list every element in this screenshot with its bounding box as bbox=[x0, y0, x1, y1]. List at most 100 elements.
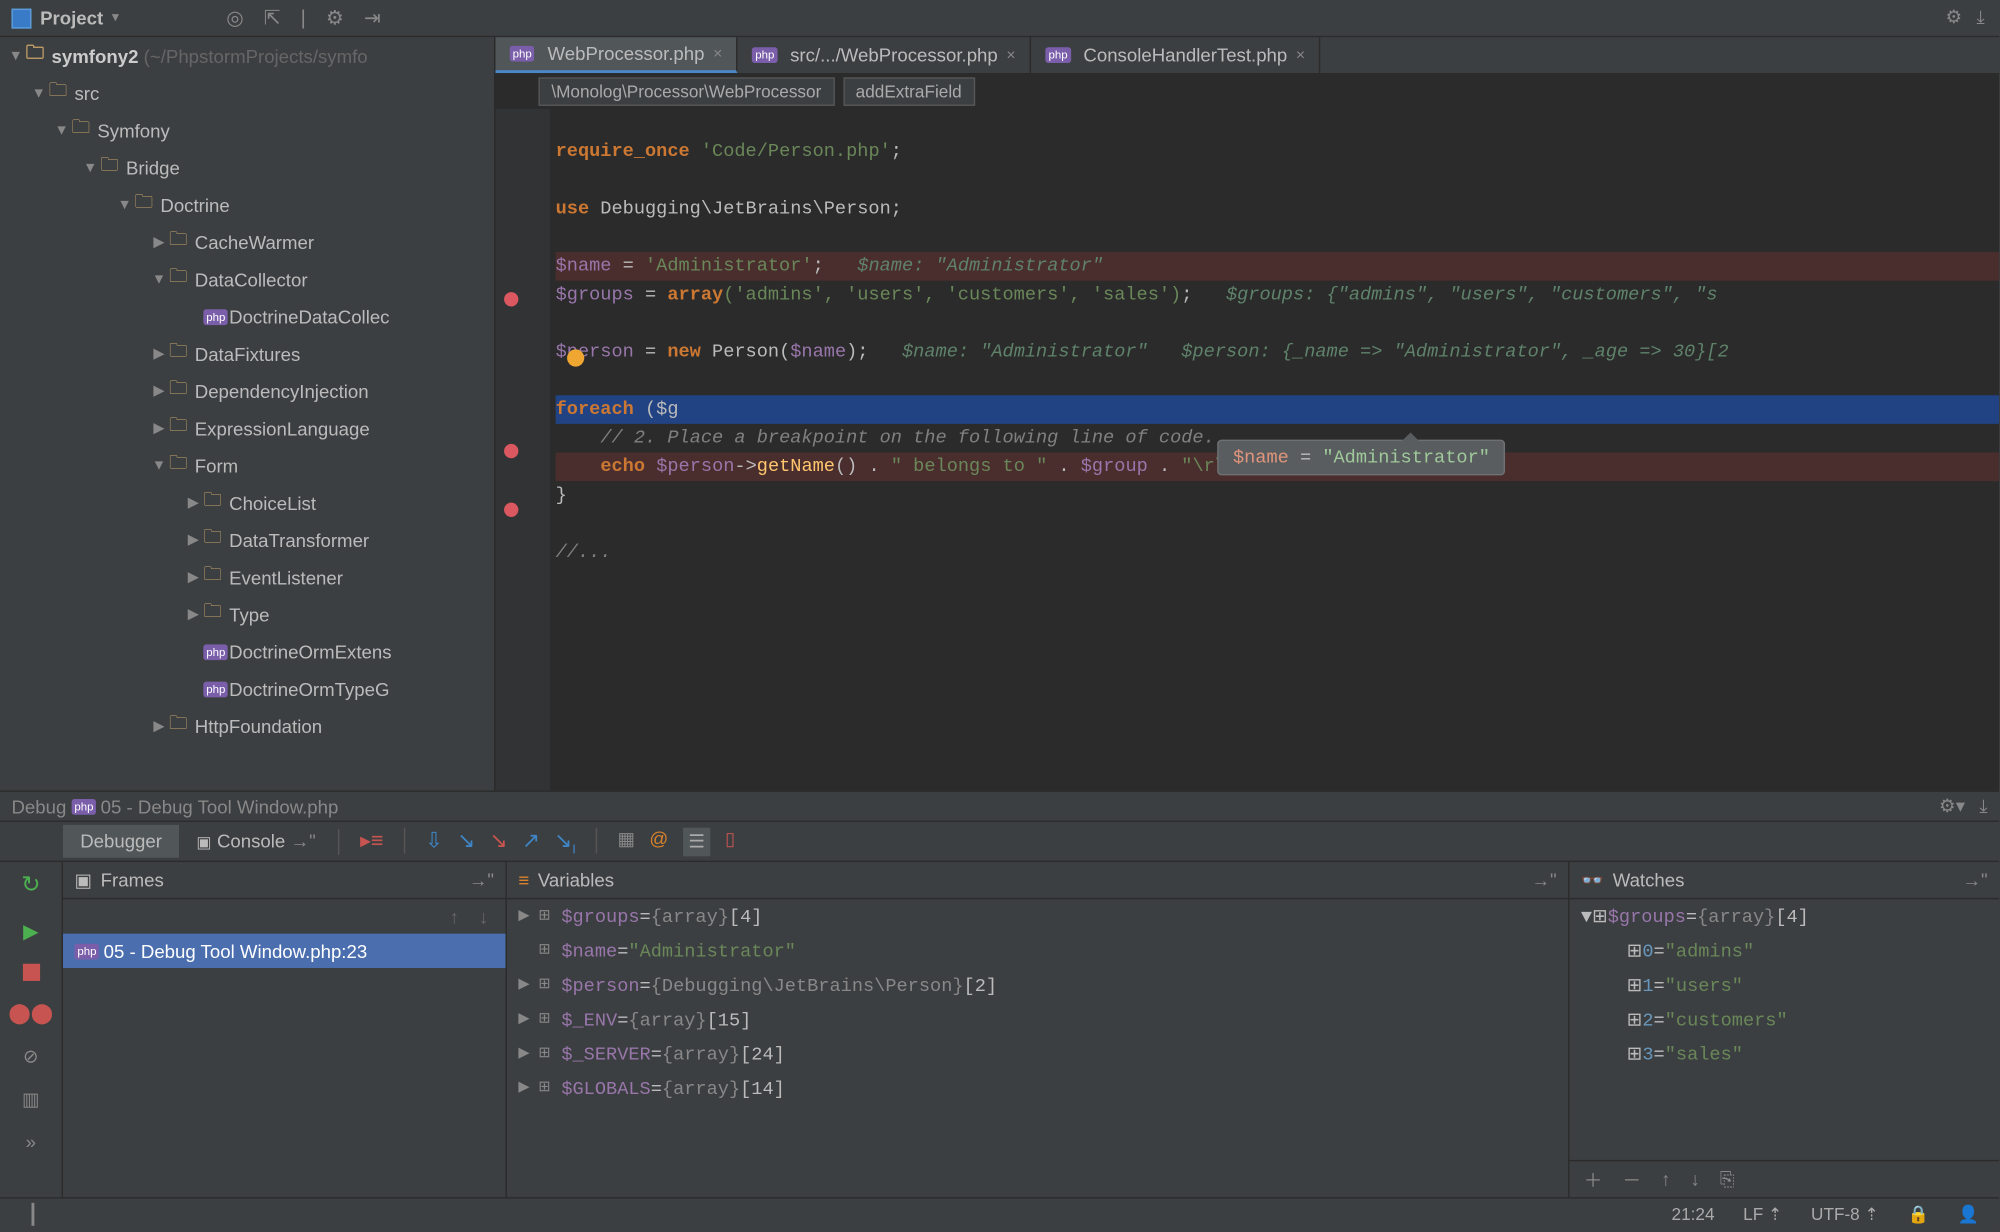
tree-item[interactable]: ▶🗀ChoiceList bbox=[0, 484, 494, 521]
twisty-icon[interactable]: ▼ bbox=[6, 48, 26, 64]
twisty-icon[interactable]: ▼ bbox=[115, 197, 135, 213]
project-panel-title[interactable]: Project ▾ bbox=[0, 7, 212, 28]
tree-item[interactable]: phpDoctrineDataCollec bbox=[0, 298, 494, 335]
variable-row[interactable]: ▶⊞$GLOBALS = {array} [14] bbox=[507, 1071, 1568, 1105]
gear-icon[interactable]: ⚙▾ bbox=[1939, 795, 1965, 818]
twisty-icon[interactable]: ▶ bbox=[183, 606, 203, 622]
hector-icon[interactable]: 👤 bbox=[1958, 1204, 1979, 1224]
down-icon[interactable]: ↓ bbox=[479, 906, 488, 927]
twisty-icon[interactable]: ▶ bbox=[183, 495, 203, 511]
watch-item[interactable]: ⊞2 = "customers" bbox=[1569, 1002, 1999, 1036]
tree-item[interactable]: ▼🗀Doctrine bbox=[0, 186, 494, 223]
collapse-icon[interactable]: ⇱ bbox=[264, 6, 281, 30]
evaluate-icon[interactable]: ▦ bbox=[617, 827, 635, 856]
variable-row[interactable]: ⊞$name = "Administrator" bbox=[507, 934, 1568, 968]
gear-icon[interactable]: ⚙ bbox=[326, 6, 344, 30]
line-separator[interactable]: LF ⇡ bbox=[1743, 1204, 1782, 1224]
twisty-icon[interactable]: ▶ bbox=[183, 532, 203, 548]
hide-icon[interactable]: ⇥ bbox=[364, 6, 381, 30]
add-icon[interactable]: ＋ bbox=[1584, 1166, 1603, 1193]
tree-item[interactable]: ▶🗀Type bbox=[0, 596, 494, 633]
variable-row[interactable]: ▶⊞$groups = {array} [4] bbox=[507, 899, 1568, 933]
tree-item[interactable]: ▼🗀Form bbox=[0, 447, 494, 484]
tree-item[interactable]: ▼🗀src bbox=[0, 74, 494, 111]
tree-item[interactable]: ▶🗀DataFixtures bbox=[0, 335, 494, 372]
twisty-icon[interactable]: ▶ bbox=[149, 234, 169, 250]
twisty-icon[interactable]: ▶ bbox=[518, 908, 538, 925]
variable-row[interactable]: ▶⊞$person = {Debugging\JetBrains\Person}… bbox=[507, 968, 1568, 1002]
close-icon[interactable]: × bbox=[1296, 47, 1305, 64]
remove-icon[interactable]: － bbox=[1622, 1166, 1641, 1193]
tree-item[interactable]: ▶🗀DataTransformer bbox=[0, 521, 494, 558]
tree-item[interactable]: ▶🗀ExpressionLanguage bbox=[0, 410, 494, 447]
breadcrumb-class[interactable]: \Monolog\Processor\WebProcessor bbox=[538, 77, 834, 106]
twisty-icon[interactable]: ▶ bbox=[149, 346, 169, 362]
code-area[interactable]: require_once 'Code/Person.php'; use Debu… bbox=[495, 109, 1999, 791]
close-icon[interactable]: × bbox=[1006, 47, 1015, 64]
show-execution-point-icon[interactable]: ▸≡ bbox=[360, 827, 383, 856]
breakpoint-icon[interactable] bbox=[504, 292, 518, 306]
hide-icon[interactable]: ⤓ bbox=[1979, 795, 1987, 818]
gear-icon[interactable]: ⚙ bbox=[1946, 6, 1963, 29]
variable-row[interactable]: ▶⊞$_ENV = {array} [15] bbox=[507, 1002, 1568, 1036]
tree-item[interactable]: ▶🗀HttpFoundation bbox=[0, 707, 494, 744]
twisty-icon[interactable]: ▶ bbox=[518, 1080, 538, 1097]
twisty-icon[interactable]: ▼ bbox=[52, 122, 72, 138]
twisty-icon[interactable]: ▶ bbox=[518, 1045, 538, 1062]
twisty-icon[interactable]: ▶ bbox=[149, 420, 169, 436]
tree-item[interactable]: ▶🗀DependencyInjection bbox=[0, 372, 494, 409]
at-icon[interactable]: @ bbox=[649, 827, 668, 856]
tree-item[interactable]: ▼🗀DataCollector bbox=[0, 261, 494, 298]
watch-item[interactable]: ⊞3 = "sales" bbox=[1569, 1037, 1999, 1071]
hide-icon[interactable]: →" bbox=[469, 869, 494, 890]
resume-icon[interactable]: ▶ bbox=[23, 919, 38, 943]
editor-tab[interactable]: phpsrc/.../WebProcessor.php× bbox=[738, 37, 1031, 73]
tree-root[interactable]: ▼ 🗀 symfony2 (~/PhpstormProjects/symfo bbox=[0, 37, 494, 74]
tree-item[interactable]: ▶🗀CacheWarmer bbox=[0, 223, 494, 260]
watch-row[interactable]: ▼ ⊞ $groups = {array} [4] bbox=[1569, 899, 1999, 933]
tree-item[interactable]: phpDoctrineOrmExtens bbox=[0, 633, 494, 670]
tree-item[interactable]: ▼🗀Bridge bbox=[0, 149, 494, 186]
hide-icon[interactable]: →" bbox=[1962, 869, 1987, 890]
stop-icon[interactable] bbox=[22, 964, 39, 981]
tab-debugger[interactable]: Debugger bbox=[63, 825, 179, 858]
lock-icon[interactable]: 🔒 bbox=[1908, 1204, 1929, 1224]
twisty-icon[interactable]: ▼ bbox=[1581, 906, 1592, 927]
cursor-position[interactable]: 21:24 bbox=[1672, 1204, 1715, 1224]
project-tree[interactable]: ▼ 🗀 symfony2 (~/PhpstormProjects/symfo ▼… bbox=[0, 37, 495, 790]
settings-icon[interactable]: ☰ bbox=[683, 827, 711, 856]
twisty-icon[interactable]: ▼ bbox=[149, 271, 169, 287]
editor-tab[interactable]: phpConsoleHandlerTest.php× bbox=[1031, 37, 1321, 73]
breakpoint-icon[interactable] bbox=[504, 503, 518, 517]
twisty-icon[interactable]: ▶ bbox=[149, 383, 169, 399]
download-icon[interactable]: ⤓ bbox=[1977, 6, 1985, 29]
up-icon[interactable]: ↑ bbox=[1661, 1169, 1670, 1190]
twisty-icon[interactable]: ▶ bbox=[149, 718, 169, 734]
frame-row[interactable]: php 05 - Debug Tool Window.php:23 bbox=[63, 934, 505, 968]
rerun-icon[interactable]: ↻ bbox=[21, 871, 40, 900]
tree-item[interactable]: phpDoctrineOrmTypeG bbox=[0, 670, 494, 707]
step-over-icon[interactable]: ⇩ bbox=[425, 827, 443, 856]
encoding[interactable]: UTF-8 ⇡ bbox=[1811, 1204, 1879, 1224]
breakpoint-icon[interactable] bbox=[504, 444, 518, 458]
tree-item[interactable]: ▶🗀EventListener bbox=[0, 558, 494, 595]
twisty-icon[interactable]: ▼ bbox=[29, 85, 49, 101]
layout-icon[interactable]: ▥ bbox=[22, 1088, 40, 1111]
intention-bulb-icon[interactable] bbox=[567, 349, 584, 366]
hide-icon[interactable]: →" bbox=[1531, 869, 1556, 890]
watch-item[interactable]: ⊞1 = "users" bbox=[1569, 968, 1999, 1002]
close-icon[interactable]: × bbox=[713, 45, 722, 62]
tool-window-icon[interactable] bbox=[32, 1202, 35, 1225]
mute-icon[interactable]: ⊘ bbox=[23, 1045, 39, 1068]
step-into-icon[interactable]: ↘ bbox=[457, 827, 475, 856]
gutter[interactable] bbox=[495, 109, 549, 791]
twisty-icon[interactable]: ▼ bbox=[80, 160, 100, 176]
tree-item[interactable]: ▼🗀Symfony bbox=[0, 112, 494, 149]
twisty-icon[interactable]: ▶ bbox=[183, 569, 203, 585]
copy-icon[interactable]: ⎘ bbox=[1720, 1168, 1735, 1191]
target-icon[interactable]: ◎ bbox=[226, 6, 243, 30]
variable-row[interactable]: ▶⊞$_SERVER = {array} [24] bbox=[507, 1037, 1568, 1071]
breadcrumb-method[interactable]: addExtraField bbox=[843, 77, 975, 106]
up-icon[interactable]: ↑ bbox=[450, 906, 459, 927]
twisty-icon[interactable]: ▶ bbox=[518, 977, 538, 994]
